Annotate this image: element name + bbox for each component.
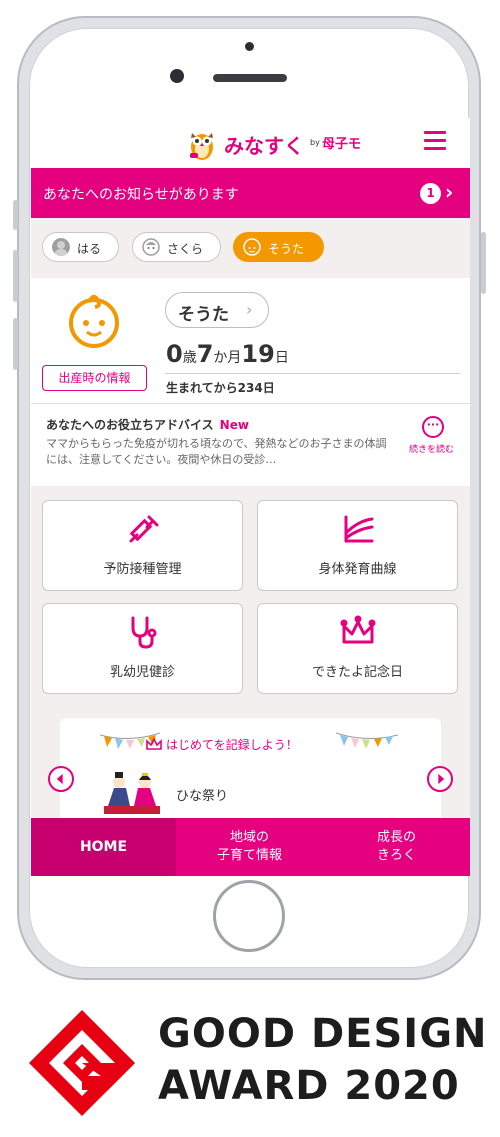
good-design-award: GOOD DESIGN AWARD 2020 [0,1000,500,1137]
phone-volume-down [13,318,18,370]
phone-home-button[interactable] [213,880,285,952]
notification-count-badge: 1 [420,183,441,204]
child-profile-panel: 出産時の情報 そうた › 0歳7か月19日 生まれてから234日 [31,278,470,404]
menu-card-label: 乳幼児健診 [109,665,175,680]
hina-dolls-icon [104,772,160,814]
child-age: 0歳7か月19日 [166,340,289,368]
phone-side-button [13,200,18,230]
new-badge: New [219,418,249,432]
phone-sensor [245,42,254,51]
read-more-link[interactable]: 続きを読む [409,442,454,455]
menu-card-label: できたよ記念日 [311,665,403,680]
nav-growth-record-tab[interactable]: 成長の きろく [323,829,470,865]
phone-camera [170,69,184,83]
menu-card-vaccination[interactable]: 予防接種管理 [42,500,243,591]
bunting-flags-icon [336,732,398,749]
phone-speaker [213,74,287,82]
baby-face-icon [243,238,261,256]
nav-home-tab[interactable]: HOME [31,818,176,876]
app-screen: みなすく by 母子モ あなたへのお知らせがあります 1 › はる さくら そう… [31,118,470,876]
phone-power-button [481,232,486,294]
app-logo-text: みなすく [224,134,304,158]
baby-face-icon [142,238,160,256]
banner-title: はじめてを記録しよう！ [166,738,298,752]
milestone-item-label: ひな祭り [176,789,229,804]
baby-silhouette-icon [52,238,70,256]
menu-card-milestone-days[interactable]: できたよ記念日 [257,603,458,694]
notification-bar[interactable]: あなたへのお知らせがあります 1 › [31,168,470,218]
nav-local-info-tab[interactable]: 地域の 子育て情報 [176,829,323,865]
app-logo-sub: 母子モ [322,137,362,152]
child-selector: はる さくら そうた [31,218,470,278]
child-tab-label: そうた [268,242,305,256]
speech-bubble-icon[interactable]: ··· [422,416,444,438]
carousel-next-button[interactable] [427,766,453,792]
child-tab-souta[interactable]: そうた [233,232,324,262]
child-tab-sakura[interactable]: さくら [132,232,221,262]
menu-card-label: 予防接種管理 [103,562,182,577]
advice-body: ママからもらった免疫が切れる頃なので、発熱などのお子さまの体調には、注意してくだ… [46,437,387,466]
good-design-g-mark-icon [29,1010,135,1116]
baby-face-icon [69,294,119,348]
chevron-right-icon: › [445,180,454,204]
syringe-icon [129,515,159,543]
divider [165,373,460,374]
advice-panel[interactable]: あなたへのお役立ちアドバイス New ママからもらった免疫が切れる頃なので、発熱な… [31,404,470,486]
first-record-banner[interactable]: はじめてを記録しよう！ ひな祭り [60,718,441,828]
birth-info-button[interactable]: 出産時の情報 [42,365,147,391]
bottom-navigation: HOME 地域の 子育て情報 成長の きろく [31,818,470,876]
days-since-birth: 生まれてから234日 [166,381,275,395]
advice-title: あなたへのお役立ちアドバイス New [46,418,249,432]
crown-icon [340,615,376,644]
child-tab-label: はる [77,242,102,256]
award-title: GOOD DESIGN AWARD 2020 [158,1011,488,1109]
owl-logo-icon [190,133,213,160]
child-tab-haru[interactable]: はる [42,232,119,262]
phone-volume-up [13,250,18,302]
app-logo-by: by [310,138,320,147]
child-tab-label: さくら [167,242,204,256]
menu-card-label: 身体発育曲線 [318,562,397,577]
chevron-right-icon: › [246,300,253,319]
crown-icon [146,737,162,750]
hamburger-menu-icon[interactable] [424,131,446,151]
notification-text: あなたへのお知らせがあります [43,187,239,203]
menu-card-growth-curve[interactable]: 身体発育曲線 [257,500,458,591]
growth-chart-icon [344,515,374,543]
child-name-button[interactable]: そうた › [165,292,269,328]
child-name: そうた [178,305,229,325]
menu-card-health-checkup[interactable]: 乳幼児健診 [42,603,243,694]
stethoscope-icon [131,616,157,649]
app-header: みなすく by 母子モ [31,118,470,168]
carousel-prev-button[interactable] [48,766,74,792]
